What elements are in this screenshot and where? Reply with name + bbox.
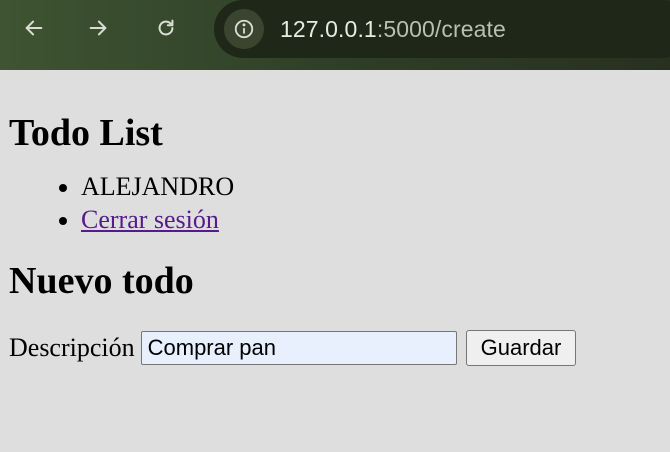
url-host: 127.0.0.1 [280,15,377,42]
info-icon [234,19,254,39]
page-content: Todo List ALEJANDRO Cerrar sesión Nuevo … [0,110,670,366]
description-label: Descripción [9,333,135,362]
list-item-user: ALEJANDRO [81,170,670,203]
page-title: Todo List [9,112,163,154]
save-button[interactable]: Guardar [465,330,577,366]
address-bar[interactable]: 127.0.0.1:5000/create [214,0,670,58]
description-input[interactable] [140,331,457,365]
browser-toolbar: 127.0.0.1:5000/create [0,0,670,70]
username: ALEJANDRO [81,172,235,201]
create-todo-form: Descripción Guardar [9,330,670,366]
nav-list: ALEJANDRO Cerrar sesión [9,170,670,236]
forward-button[interactable] [80,10,116,46]
back-arrow-icon [25,20,43,36]
url-text[interactable]: 127.0.0.1:5000/create [280,16,506,43]
reload-button[interactable] [148,10,184,46]
forward-arrow-icon [89,20,107,36]
list-item-logout: Cerrar sesión [81,203,670,236]
url-path: :5000/create [376,15,506,42]
reload-icon [158,19,174,36]
site-info-button[interactable] [224,9,264,49]
back-button[interactable] [16,10,52,46]
form-heading: Nuevo todo [9,260,194,302]
logout-link[interactable]: Cerrar sesión [81,205,219,234]
